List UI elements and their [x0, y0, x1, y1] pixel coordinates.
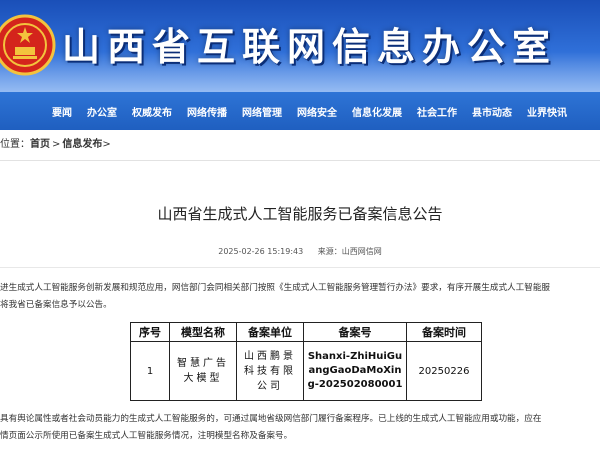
- cell-model: 智慧广告大模型: [169, 341, 237, 401]
- article-meta: 2025-02-26 15:19:43 来源：山西网信网: [0, 246, 600, 268]
- site-banner: 山西省互联网信息办公室: [0, 0, 600, 92]
- article-paragraph-1: 进生成式人工智能服务创新发展和规范应用，网信部门会同相关部门按照《生成式人工智能…: [0, 280, 600, 314]
- nav-item-county-news[interactable]: 县市动态: [472, 104, 512, 119]
- paragraph-1-line-2: 将我省已备案信息予以公告。: [0, 300, 112, 310]
- article-source: 来源：山西网信网: [317, 247, 382, 256]
- cell-reg-no: Shanxi-ZhiHuiGuangGaoDaMoXing-2025020800…: [303, 341, 407, 401]
- breadcrumb-trail: >: [102, 139, 111, 150]
- site-title: 山西省互联网信息办公室: [62, 24, 558, 69]
- table-header-row: 序号 模型名称 备案单位 备案号 备案时间: [130, 322, 482, 342]
- paragraph-2-line-1: 具有舆论属性或者社会动员能力的生成式人工智能服务的，可通过属地省级网信部门履行备…: [0, 414, 542, 424]
- header-unit: 备案单位: [236, 322, 304, 342]
- cell-unit: 山西鹏景科技有限公司: [236, 341, 304, 401]
- header-model: 模型名称: [169, 322, 237, 342]
- breadcrumb-section[interactable]: 信息发布: [62, 139, 102, 150]
- national-emblem-icon: [0, 14, 56, 76]
- main-nav: 要闻 办公室 权威发布 网络传播 网络管理 网络安全 信息化发展 社会工作 县市…: [0, 92, 600, 130]
- table-row: 1 智慧广告大模型 山西鹏景科技有限公司 Shanxi-ZhiHuiGuangG…: [130, 341, 482, 401]
- article-date: 2025-02-26 15:19:43: [218, 247, 304, 256]
- article-paragraph-2: 具有舆论属性或者社会动员能力的生成式人工智能服务的，可通过属地省级网信部门履行备…: [0, 411, 600, 445]
- nav-item-social-work[interactable]: 社会工作: [417, 104, 457, 119]
- breadcrumb-home[interactable]: 首页: [30, 139, 50, 150]
- cell-no: 1: [130, 341, 170, 401]
- article-title: 山西省生成式人工智能服务已备案信息公告: [157, 205, 443, 223]
- header-time: 备案时间: [406, 322, 482, 342]
- breadcrumb-separator: >: [52, 139, 61, 150]
- registration-table: 序号 模型名称 备案单位 备案号 备案时间 1 智慧广告大模型 山西鹏景科技有限…: [130, 322, 482, 401]
- breadcrumb: 位置：首页 > 信息发布>: [0, 130, 600, 161]
- cell-time: 20250226: [406, 341, 482, 401]
- paragraph-1-line-1: 进生成式人工智能服务创新发展和规范应用，网信部门会同相关部门按照《生成式人工智能…: [0, 283, 551, 293]
- nav-item-office[interactable]: 办公室: [87, 104, 117, 119]
- breadcrumb-prefix: 位置：: [0, 139, 30, 150]
- header-reg-no: 备案号: [303, 322, 407, 342]
- nav-item-communication[interactable]: 网络传播: [187, 104, 227, 119]
- nav-item-informatization[interactable]: 信息化发展: [352, 104, 402, 119]
- nav-item-management[interactable]: 网络管理: [242, 104, 282, 119]
- nav-item-security[interactable]: 网络安全: [297, 104, 337, 119]
- paragraph-2-line-2: 情页面公示所使用已备案生成式人工智能服务情况，注明模型名称及备案号。: [0, 431, 293, 441]
- nav-item-release[interactable]: 权威发布: [132, 104, 172, 119]
- nav-item-news[interactable]: 要闻: [52, 104, 72, 119]
- nav-item-industry-news[interactable]: 业界快讯: [527, 104, 567, 119]
- header-no: 序号: [130, 322, 170, 342]
